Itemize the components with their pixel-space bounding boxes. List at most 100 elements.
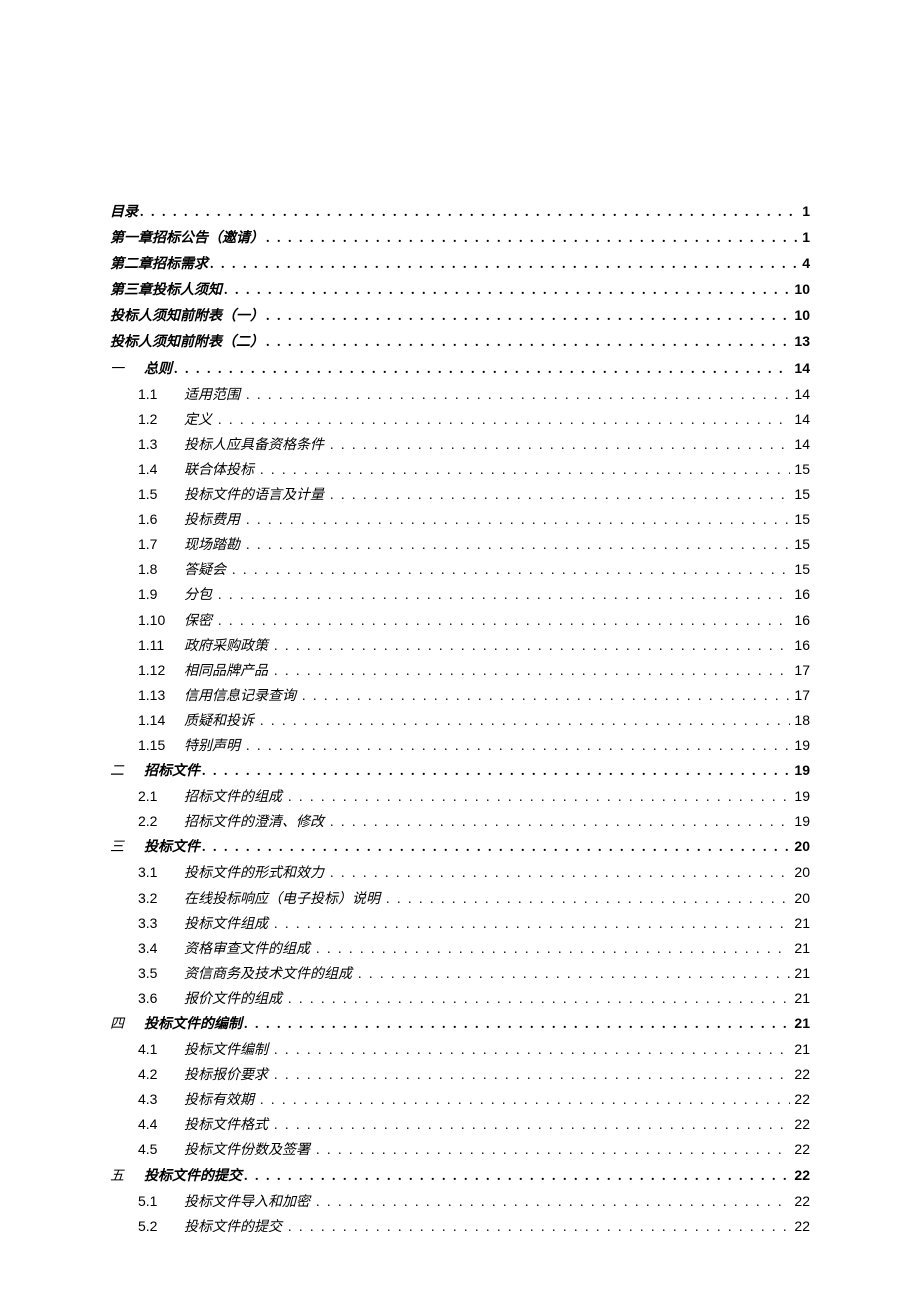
toc-item-number: 3.5 (138, 962, 184, 985)
toc-item-label: 投标人应具备资格条件 (184, 434, 330, 457)
toc-item-label: 投标文件格式 (184, 1114, 274, 1137)
toc-top-label: 投标人须知前附表（二） (110, 331, 266, 354)
toc-row: 4.5投标文件份数及签署22 (110, 1138, 810, 1162)
leader-dots (288, 988, 790, 1011)
toc-row: 1.15特别声明19 (110, 734, 810, 758)
toc-item-number: 5.1 (138, 1190, 184, 1213)
toc-top-label: 目录 (110, 201, 140, 224)
leader-dots (266, 305, 790, 328)
leader-dots (274, 913, 790, 936)
leader-dots (274, 1039, 790, 1062)
toc-page: 20 (790, 887, 810, 910)
leader-dots (218, 584, 790, 607)
toc-top-label: 第三章投标人须知 (110, 279, 224, 302)
leader-dots (330, 862, 790, 885)
toc-row: 2.1招标文件的组成19 (110, 785, 810, 809)
toc-section-roman: 一 (110, 358, 144, 381)
toc-section-label: 招标文件 (144, 760, 202, 783)
toc-section-label: 投标文件的提交 (144, 1165, 244, 1188)
toc-page: 16 (790, 583, 810, 606)
toc-page: 10 (790, 304, 810, 327)
toc-page: 14 (790, 408, 810, 431)
toc-row: 三投标文件20 (110, 835, 810, 859)
leader-dots (218, 409, 790, 432)
toc-item-label: 适用范围 (184, 384, 246, 407)
toc-row: 投标人须知前附表（一）10 (110, 304, 810, 328)
leader-dots (330, 434, 790, 457)
toc-page: 22 (790, 1063, 810, 1086)
leader-dots (274, 660, 790, 683)
toc-page: 15 (790, 508, 810, 531)
toc-item-number: 1.6 (138, 508, 184, 531)
toc-item-label: 投标文件份数及签署 (184, 1139, 316, 1162)
toc-item-number: 3.1 (138, 861, 184, 884)
toc-item-number: 5.2 (138, 1215, 184, 1238)
toc-row: 1.6投标费用15 (110, 508, 810, 532)
toc-item-number: 1.8 (138, 558, 184, 581)
toc-page: 22 (790, 1113, 810, 1136)
toc-row: 3.3投标文件组成21 (110, 912, 810, 936)
toc-page: 14 (790, 433, 810, 456)
toc-page: 17 (790, 659, 810, 682)
toc-row: 3.4资格审查文件的组成21 (110, 937, 810, 961)
toc-page: 19 (790, 785, 810, 808)
toc-row: 5.2投标文件的提交22 (110, 1215, 810, 1239)
toc-item-number: 4.1 (138, 1038, 184, 1061)
leader-dots (288, 786, 790, 809)
toc-page: 20 (790, 835, 810, 858)
leader-dots (266, 331, 790, 354)
toc-page: 15 (790, 483, 810, 506)
toc-row: 4.1投标文件编制21 (110, 1038, 810, 1062)
leader-dots (330, 811, 790, 834)
toc-item-label: 投标文件的提交 (184, 1216, 288, 1239)
leader-dots (202, 836, 790, 859)
toc-row: 投标人须知前附表（二）13 (110, 330, 810, 354)
toc-row: 3.5资信商务及技术文件的组成21 (110, 962, 810, 986)
leader-dots (224, 279, 790, 302)
toc-page: 1 (798, 200, 810, 223)
toc-section-label: 投标文件的编制 (144, 1013, 244, 1036)
toc-row: 一总则14 (110, 357, 810, 381)
toc-item-number: 3.4 (138, 937, 184, 960)
toc-item-label: 投标文件的语言及计量 (184, 484, 330, 507)
toc-item-number: 1.13 (138, 684, 184, 707)
toc-page: 22 (790, 1088, 810, 1111)
leader-dots (260, 459, 790, 482)
toc-item-label: 报价文件的组成 (184, 988, 288, 1011)
leader-dots (232, 559, 790, 582)
toc-item-number: 1.9 (138, 583, 184, 606)
toc-page: 1 (798, 226, 810, 249)
toc-item-number: 3.3 (138, 912, 184, 935)
toc-top-label: 第二章招标需求 (110, 253, 210, 276)
leader-dots (244, 1165, 790, 1188)
toc-item-label: 投标报价要求 (184, 1064, 274, 1087)
toc-page: 21 (790, 987, 810, 1010)
toc-row: 目录 1 (110, 200, 810, 224)
toc-page: 14 (790, 357, 810, 380)
toc-item-number: 4.3 (138, 1088, 184, 1111)
toc-row: 第三章投标人须知 10 (110, 278, 810, 302)
toc-item-number: 1.4 (138, 458, 184, 481)
toc-row: 1.9分包 16 (110, 583, 810, 607)
toc-row: 1.3投标人应具备资格条件14 (110, 433, 810, 457)
toc-page: 21 (790, 937, 810, 960)
toc-item-number: 4.2 (138, 1063, 184, 1086)
toc-row: 第一章招标公告（邀请） 1 (110, 226, 810, 250)
toc-page: 15 (790, 458, 810, 481)
toc-item-label: 招标文件的组成 (184, 786, 288, 809)
toc-item-label: 信用信息记录查询 (184, 685, 302, 708)
toc-page: 19 (790, 734, 810, 757)
toc-top-label: 第一章招标公告（邀请） (110, 227, 266, 250)
toc-row: 1.12相同品牌产品17 (110, 659, 810, 683)
toc-item-label: 分包 (184, 584, 218, 607)
toc-row: 4.2投标报价要求 22 (110, 1063, 810, 1087)
toc-item-label: 在线投标响应（电子投标）说明 (184, 888, 386, 911)
leader-dots (274, 1114, 790, 1137)
toc-row: 1.7现场踏勘15 (110, 533, 810, 557)
toc-item-label: 投标文件组成 (184, 913, 274, 936)
leader-dots (358, 963, 790, 986)
toc-row: 1.11政府采购政策16 (110, 634, 810, 658)
leader-dots (210, 253, 798, 276)
toc-page: 10 (790, 278, 810, 301)
toc-row: 五投标文件的提交22 (110, 1164, 810, 1188)
